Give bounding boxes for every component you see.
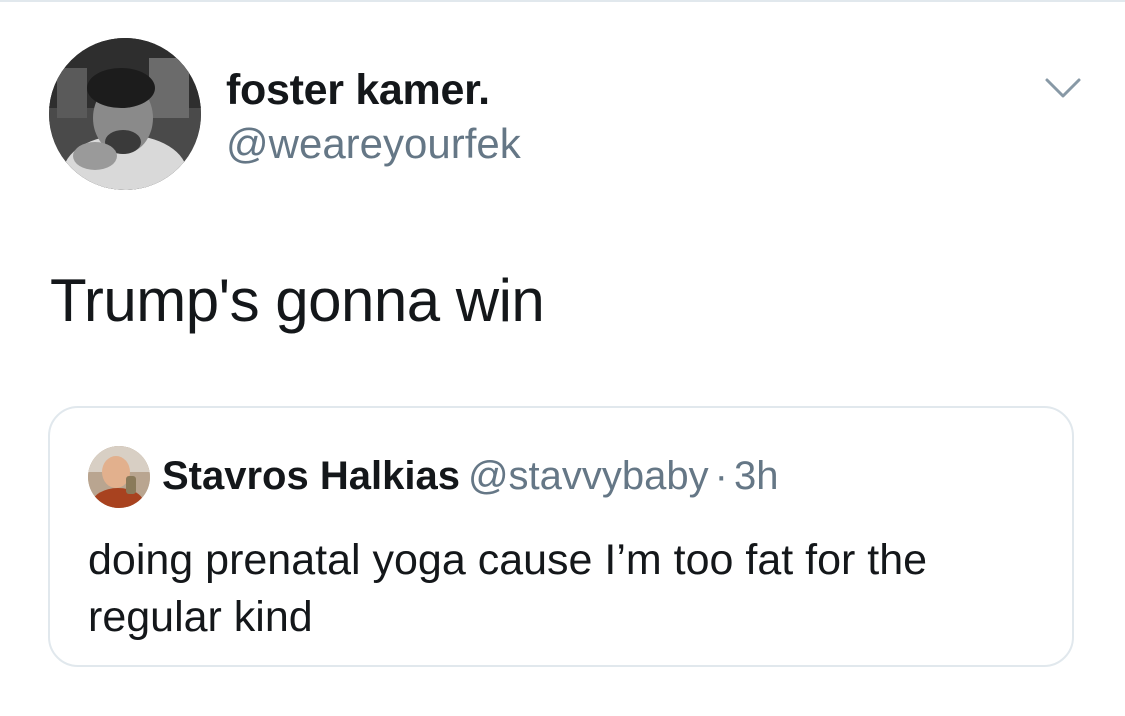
quoted-author-handle[interactable]: @stavvybaby <box>468 454 709 498</box>
quoted-tweet-text: doing prenatal yoga cause I’m too fat fo… <box>88 536 928 641</box>
quoted-author-avatar[interactable] <box>88 446 150 508</box>
author-avatar[interactable] <box>49 38 201 190</box>
quoted-tweet-timestamp[interactable]: 3h <box>734 454 779 498</box>
separator-dot: · <box>714 454 728 498</box>
author-display-name[interactable]: foster kamer. <box>226 66 490 115</box>
author-handle[interactable]: @weareyourfek <box>226 120 521 168</box>
tweet-text: Trump's gonna win <box>50 267 545 334</box>
quoted-tweet-card[interactable]: Stavros Halkias @stavvybaby · 3h doing pren… <box>48 406 1074 667</box>
quoted-author-display-name[interactable]: Stavros Halkias <box>162 454 460 498</box>
quoted-tweet-header: Stavros Halkias @stavvybaby · 3h <box>162 454 778 499</box>
tweet-page: foster kamer. @weareyourfek Trump's gonn… <box>0 0 1125 716</box>
chevron-down-icon[interactable] <box>1040 70 1086 106</box>
top-divider <box>0 0 1125 2</box>
